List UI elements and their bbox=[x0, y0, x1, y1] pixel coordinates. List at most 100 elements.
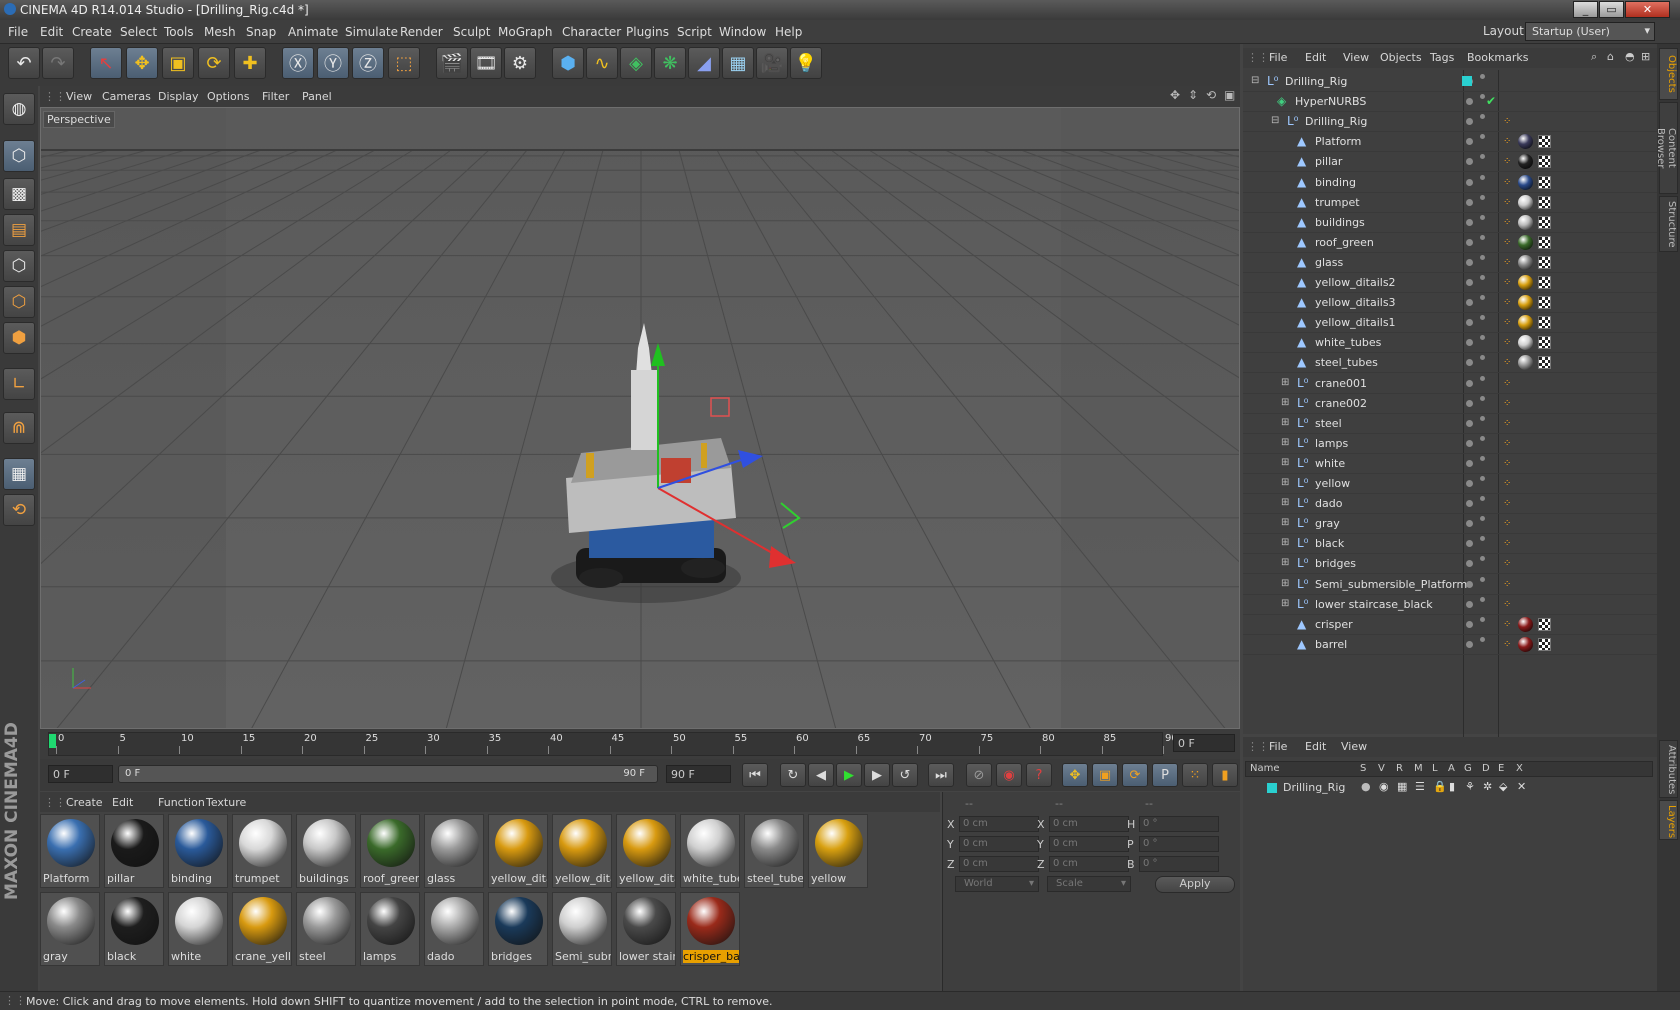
z-axis-button[interactable]: Ⓩ bbox=[352, 47, 384, 79]
editor-visibility-dot[interactable] bbox=[1466, 620, 1473, 628]
render-visibility-dot[interactable] bbox=[1480, 435, 1485, 441]
editor-visibility-dot[interactable] bbox=[1466, 198, 1473, 206]
expand-icon[interactable]: ⊞ bbox=[1281, 598, 1289, 609]
editor-visibility-dot[interactable] bbox=[1466, 279, 1473, 286]
material-tag-icon[interactable] bbox=[1518, 335, 1533, 351]
phong-tag-icon[interactable]: ⁘ bbox=[1503, 498, 1511, 509]
menu-window[interactable]: Window bbox=[719, 25, 766, 39]
render-visibility-dot[interactable] bbox=[1480, 154, 1485, 160]
layer-menu-file[interactable]: File bbox=[1269, 740, 1287, 753]
layer-deformer-icon[interactable]: ✲ bbox=[1483, 780, 1492, 793]
material-swatch[interactable]: white_tube bbox=[680, 814, 740, 888]
phong-tag-icon[interactable]: ⁘ bbox=[1503, 478, 1511, 489]
object-row[interactable]: ▲ Platform ⁘ bbox=[1243, 132, 1657, 153]
go-to-end-button[interactable]: ⏭ bbox=[928, 763, 954, 787]
material-tag-icon[interactable] bbox=[1518, 636, 1533, 652]
layer-solo-icon[interactable]: ● bbox=[1361, 780, 1371, 793]
phong-tag-icon[interactable]: ⁘ bbox=[1503, 538, 1511, 549]
menu-mesh[interactable]: Mesh bbox=[204, 25, 236, 39]
object-name[interactable]: crisper bbox=[1315, 618, 1353, 631]
object-name[interactable]: pillar bbox=[1315, 155, 1342, 168]
layer-render-icon[interactable]: ▦ bbox=[1397, 780, 1407, 793]
render-visibility-dot[interactable] bbox=[1480, 596, 1485, 602]
render-visibility-dot[interactable] bbox=[1480, 134, 1485, 140]
coord-field[interactable]: 0 ° bbox=[1139, 816, 1219, 832]
editor-visibility-dot[interactable] bbox=[1466, 580, 1473, 588]
object-name[interactable]: Platform bbox=[1315, 135, 1361, 148]
render-visibility-dot[interactable] bbox=[1480, 576, 1485, 582]
autokey-button[interactable]: ◉ bbox=[996, 763, 1022, 787]
editor-visibility-dot[interactable] bbox=[1466, 600, 1473, 608]
object-row[interactable]: ⊞ L⁰ bridges ⁘ bbox=[1243, 554, 1657, 575]
next-frame-button[interactable]: ▶ bbox=[864, 763, 890, 787]
object-name[interactable]: glass bbox=[1315, 256, 1343, 269]
phong-tag-icon[interactable]: ⁘ bbox=[1503, 558, 1511, 569]
material-swatch[interactable]: lamps bbox=[360, 892, 420, 966]
spline-button[interactable]: ∿ bbox=[586, 47, 618, 79]
layer-name[interactable]: Drilling_Rig bbox=[1283, 781, 1345, 794]
object-row[interactable]: ◈ HyperNURBS ✔ bbox=[1243, 92, 1657, 113]
render-view-button[interactable]: 🎬 bbox=[436, 47, 468, 79]
object-row[interactable]: ▲ barrel ⁘ bbox=[1243, 635, 1657, 655]
render-settings-button[interactable]: ⚙ bbox=[504, 47, 536, 79]
object-menu-file[interactable]: File bbox=[1269, 51, 1287, 64]
uvw-tag-icon[interactable] bbox=[1538, 296, 1551, 310]
close-button[interactable]: ✕ bbox=[1625, 1, 1670, 18]
render-visibility-dot[interactable] bbox=[1480, 516, 1485, 522]
phong-tag-icon[interactable]: ⁘ bbox=[1503, 257, 1511, 268]
material-swatch[interactable]: white bbox=[168, 892, 228, 966]
object-menu-view[interactable]: View bbox=[1343, 51, 1369, 64]
menu-select[interactable]: Select bbox=[120, 25, 157, 39]
menu-edit[interactable]: Edit bbox=[40, 25, 63, 39]
material-swatch[interactable]: dado bbox=[424, 892, 484, 966]
menu-create[interactable]: Create bbox=[72, 25, 112, 39]
object-row[interactable]: ⊞ L⁰ yellow ⁘ bbox=[1243, 474, 1657, 494]
object-name[interactable]: lamps bbox=[1315, 437, 1348, 450]
coord-field[interactable]: 0 cm bbox=[1049, 836, 1129, 852]
menu-file[interactable]: File bbox=[8, 25, 28, 39]
editor-visibility-dot[interactable] bbox=[1466, 319, 1473, 327]
object-name[interactable]: steel bbox=[1315, 417, 1342, 430]
viewport-menu-cameras[interactable]: Cameras bbox=[102, 90, 151, 103]
editor-visibility-dot[interactable] bbox=[1466, 540, 1473, 548]
object-name[interactable]: crane001 bbox=[1315, 377, 1367, 390]
expand-icon[interactable]: ⊞ bbox=[1281, 578, 1289, 589]
editor-visibility-dot[interactable] bbox=[1466, 118, 1473, 126]
undo-button[interactable]: ↶ bbox=[8, 47, 40, 79]
layer-menu-edit[interactable]: Edit bbox=[1305, 740, 1326, 753]
key-scale-button[interactable]: ▣ bbox=[1092, 763, 1118, 787]
layer-lock-icon[interactable]: 🔒 bbox=[1433, 780, 1447, 793]
coordinate-system-button[interactable]: ⬚ bbox=[388, 47, 420, 79]
viewport-menu-panel[interactable]: Panel bbox=[302, 90, 332, 103]
object-name[interactable]: barrel bbox=[1315, 638, 1347, 651]
material-menu-texture[interactable]: Texture bbox=[206, 796, 246, 809]
editor-visibility-dot[interactable] bbox=[1466, 419, 1473, 427]
render-visibility-dot[interactable] bbox=[1480, 315, 1485, 321]
timeline[interactable]: 0 5 10 15 20 25 30 35 40 45 50 55 60 65 70 75 80 85 90 0 F bbox=[40, 729, 1240, 759]
layer-view-icon[interactable]: ◉ bbox=[1379, 780, 1389, 793]
render-visibility-dot[interactable] bbox=[1480, 496, 1485, 502]
deformer-button[interactable]: ◢ bbox=[688, 47, 720, 79]
enabled-check-icon[interactable]: ✔ bbox=[1486, 94, 1496, 108]
points-mode-button[interactable]: ⬡ bbox=[3, 250, 35, 282]
snap-button[interactable]: ⋒ bbox=[3, 412, 35, 444]
key-position-button[interactable]: ✥ bbox=[1062, 763, 1088, 787]
texture-mode-button[interactable]: ▩ bbox=[3, 178, 35, 210]
key-rotation-button[interactable]: ⟳ bbox=[1122, 763, 1148, 787]
object-row[interactable]: ⊞ L⁰ white ⁘ bbox=[1243, 454, 1657, 474]
uvw-tag-icon[interactable] bbox=[1538, 195, 1551, 209]
phong-tag-icon[interactable]: ⁘ bbox=[1503, 156, 1511, 167]
array-button[interactable]: ❋ bbox=[654, 47, 686, 79]
coord-field[interactable]: 0 ° bbox=[1139, 836, 1219, 852]
light-button[interactable]: 💡 bbox=[790, 47, 822, 79]
phong-tag-icon[interactable]: ⁘ bbox=[1503, 177, 1511, 188]
phong-tag-icon[interactable]: ⁘ bbox=[1503, 357, 1511, 368]
editor-visibility-dot[interactable] bbox=[1466, 218, 1473, 226]
x-axis-button[interactable]: Ⓧ bbox=[282, 47, 314, 79]
editor-visibility-dot[interactable] bbox=[1466, 399, 1473, 407]
layer-expression-icon[interactable]: ⬙ bbox=[1499, 780, 1507, 793]
tab-content-browser[interactable]: Content Browser bbox=[1655, 102, 1678, 194]
material-tag-icon[interactable] bbox=[1518, 315, 1533, 331]
object-name[interactable]: gray bbox=[1315, 517, 1340, 530]
phong-tag-icon[interactable]: ⁘ bbox=[1503, 337, 1511, 348]
